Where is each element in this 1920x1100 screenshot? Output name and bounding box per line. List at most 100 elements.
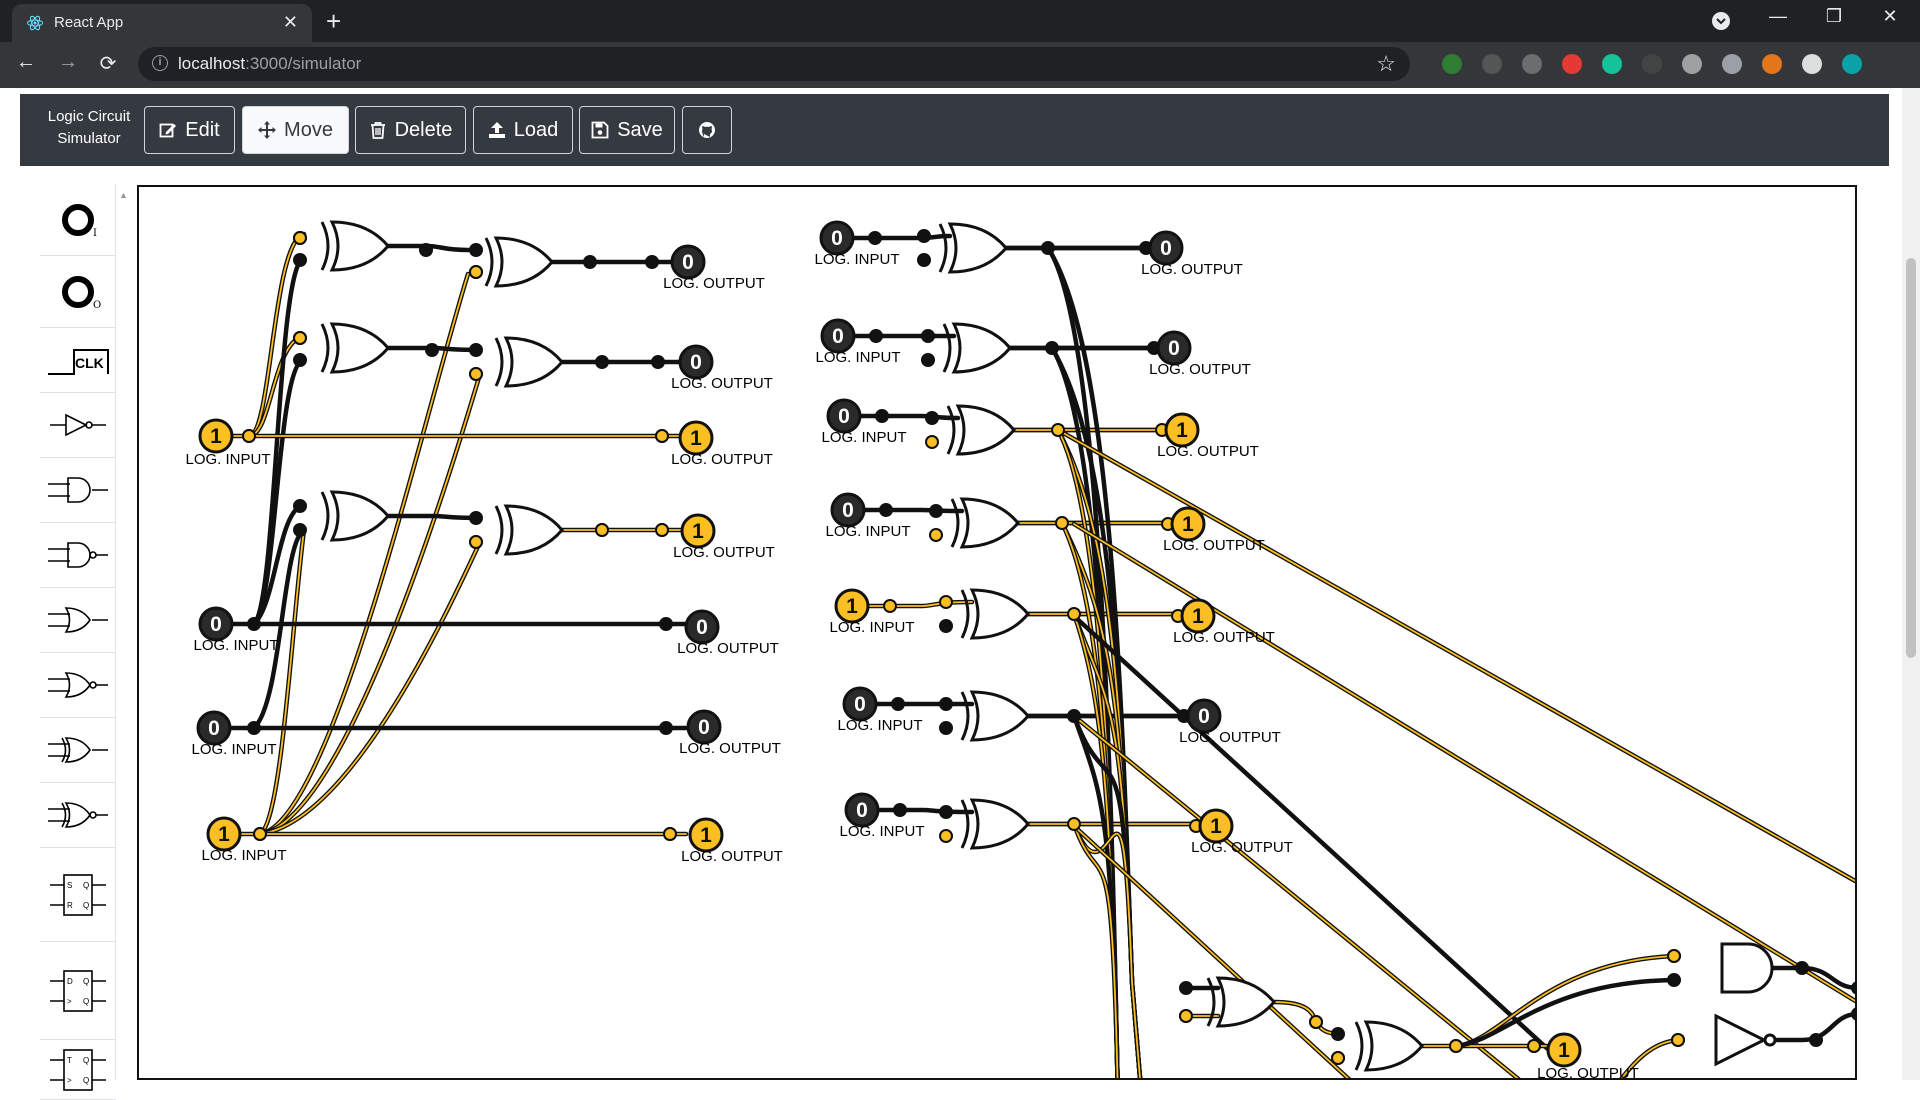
- info-icon[interactable]: i: [152, 55, 168, 71]
- palette-sr-flip-flop[interactable]: S R Q Q: [40, 848, 116, 942]
- extension-icon[interactable]: [1682, 54, 1702, 74]
- logic-output-node[interactable]: 1LOG. OUTPUT: [1191, 808, 1293, 856]
- pin[interactable]: [917, 229, 931, 243]
- palette-xor-gate[interactable]: [40, 718, 116, 783]
- logic-output-node[interactable]: 0LOG. OUTPUT: [679, 709, 781, 757]
- logic-input-node[interactable]: 0LOG. INPUT: [821, 398, 907, 446]
- logic-output-node[interactable]: 0LOG. OUTPUT: [1141, 230, 1243, 278]
- pin[interactable]: [1179, 981, 1193, 995]
- pin[interactable]: [1809, 1033, 1823, 1047]
- pin[interactable]: [939, 619, 953, 633]
- pin[interactable]: [929, 504, 943, 518]
- pin[interactable]: [1671, 1033, 1685, 1047]
- maximize-button[interactable]: ❐: [1814, 6, 1854, 27]
- xor-gate[interactable]: [946, 404, 1016, 456]
- pin[interactable]: [1179, 1009, 1193, 1023]
- extension-icon[interactable]: [1522, 54, 1542, 74]
- pin[interactable]: [1795, 961, 1809, 975]
- xor-gate[interactable]: [942, 322, 1012, 374]
- pin[interactable]: [869, 329, 883, 343]
- pin[interactable]: [1851, 1007, 1857, 1021]
- move-button[interactable]: Move: [242, 106, 349, 154]
- minimize-button[interactable]: —: [1758, 6, 1798, 27]
- pin[interactable]: [879, 503, 893, 517]
- logic-output-node[interactable]: 1LOG. OUTPUT: [1163, 506, 1265, 554]
- load-button[interactable]: Load: [473, 106, 573, 154]
- edit-button[interactable]: Edit: [144, 106, 235, 154]
- pin[interactable]: [253, 827, 267, 841]
- logic-input-node[interactable]: 0LOG. INPUT: [814, 220, 900, 268]
- github-button[interactable]: [682, 106, 732, 154]
- logic-input-node[interactable]: 0LOG. INPUT: [837, 686, 923, 734]
- logic-input-node[interactable]: 1LOG. INPUT: [829, 588, 915, 636]
- pin[interactable]: [663, 827, 677, 841]
- wire-high[interactable]: [213, 231, 307, 439]
- url-text[interactable]: localhost:3000/simulator: [178, 54, 361, 74]
- page-scrollbar[interactable]: [1902, 88, 1920, 1080]
- palette-t-flip-flop[interactable]: T > Q Q: [40, 1040, 116, 1100]
- pin[interactable]: [469, 343, 483, 357]
- extension-icon[interactable]: [1722, 54, 1742, 74]
- pin[interactable]: [1851, 981, 1857, 995]
- pin[interactable]: [1309, 1015, 1323, 1029]
- pin[interactable]: [1331, 1027, 1345, 1041]
- pin[interactable]: [1067, 607, 1081, 621]
- logic-input-node[interactable]: 0LOG. INPUT: [839, 792, 925, 840]
- extension-icon[interactable]: [1642, 54, 1662, 74]
- wire-low[interactable]: [1071, 613, 1565, 1065]
- palette-d-flip-flop[interactable]: D > Q Q: [40, 942, 116, 1040]
- xor-gate[interactable]: [494, 504, 564, 556]
- extension-icon[interactable]: [1842, 54, 1862, 74]
- xor-gate[interactable]: [1354, 1020, 1424, 1072]
- xor-gate[interactable]: [320, 322, 390, 374]
- logic-output-node[interactable]: 0LOG. OUTPUT: [663, 244, 765, 292]
- tab-search-icon[interactable]: [1711, 11, 1731, 31]
- palette-xnor-gate[interactable]: [40, 783, 116, 848]
- xor-gate[interactable]: [320, 220, 390, 272]
- wire-high[interactable]: [257, 371, 483, 837]
- pin[interactable]: [583, 255, 597, 269]
- extension-icon[interactable]: [1562, 54, 1582, 74]
- logic-output-node[interactable]: 1LOG. OUTPUT: [1173, 598, 1275, 646]
- pin[interactable]: [929, 528, 943, 542]
- pin[interactable]: [1449, 1039, 1463, 1053]
- logic-input-node[interactable]: 0LOG. INPUT: [825, 492, 911, 540]
- palette-not-gate[interactable]: [40, 393, 116, 458]
- wire-low[interactable]: [385, 513, 483, 521]
- pin[interactable]: [1041, 241, 1055, 255]
- pin[interactable]: [939, 697, 953, 711]
- pin[interactable]: [891, 697, 905, 711]
- xor-gate[interactable]: [960, 798, 1030, 850]
- logic-output-node[interactable]: 0LOG. OUTPUT: [1179, 698, 1281, 746]
- palette-clock[interactable]: CLK: [40, 328, 116, 393]
- pin[interactable]: [595, 355, 609, 369]
- logic-output-node[interactable]: 1LOG. OUTPUT: [1537, 1032, 1639, 1080]
- logic-output-node[interactable]: 1LOG. OUTPUT: [673, 513, 775, 561]
- pin[interactable]: [293, 253, 307, 267]
- close-window-button[interactable]: ✕: [1870, 6, 1910, 27]
- logic-output-node[interactable]: 0LOG. OUTPUT: [671, 344, 773, 392]
- pin[interactable]: [917, 253, 931, 267]
- logic-output-node[interactable]: 0LOG. OUTPUT: [1149, 330, 1251, 378]
- back-button[interactable]: ←: [12, 51, 40, 74]
- tab-close-icon[interactable]: ✕: [283, 12, 298, 33]
- logic-output-node[interactable]: 0LOG. OUTPUT: [677, 609, 779, 657]
- pin[interactable]: [1527, 1039, 1541, 1053]
- xor-gate[interactable]: [494, 336, 564, 388]
- pin[interactable]: [1667, 949, 1681, 963]
- pin[interactable]: [645, 255, 659, 269]
- pin[interactable]: [247, 617, 261, 631]
- palette-and-gate[interactable]: [40, 458, 116, 523]
- delete-button[interactable]: Delete: [355, 106, 466, 154]
- circuit-diagram[interactable]: 0LOG. OUTPUT 0LOG. OUTPUT 1LOG. OUTPUT 1LOG…: [139, 187, 1857, 1080]
- pin[interactable]: [469, 367, 483, 381]
- logic-input-node[interactable]: 0LOG. INPUT: [191, 710, 277, 758]
- xor-gate[interactable]: [960, 588, 1030, 640]
- logic-input-node[interactable]: 0LOG. INPUT: [193, 606, 279, 654]
- pin[interactable]: [655, 523, 669, 537]
- palette-nand-gate[interactable]: [40, 523, 116, 588]
- pin[interactable]: [469, 535, 483, 549]
- pin[interactable]: [293, 499, 307, 513]
- pin[interactable]: [469, 243, 483, 257]
- pin[interactable]: [939, 595, 953, 609]
